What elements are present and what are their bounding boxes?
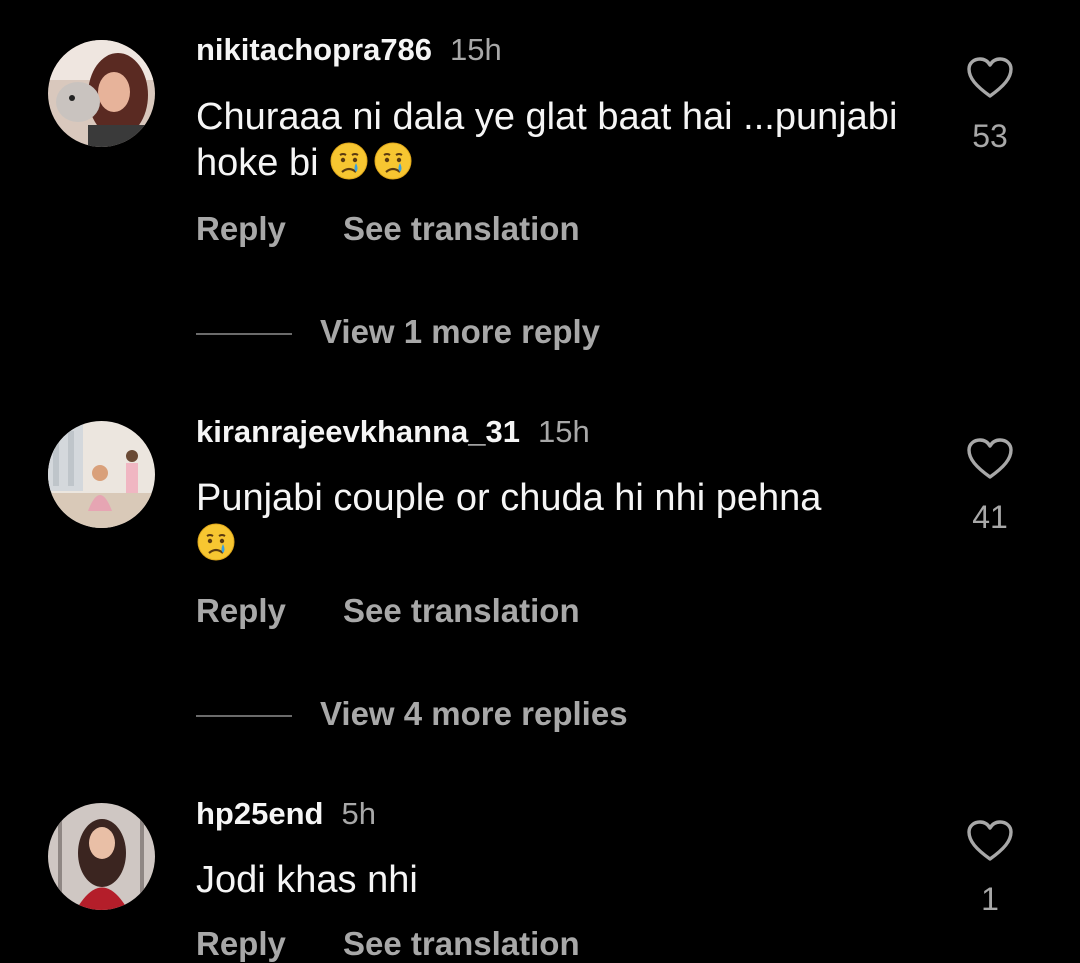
avatar[interactable] (48, 803, 155, 910)
view-replies-button[interactable]: View 4 more replies (196, 695, 628, 733)
like-count: 41 (972, 499, 1008, 535)
reply-button[interactable]: Reply (196, 210, 286, 247)
comment-body: Churaaa ni dala ye glat baat hai ...punj… (196, 96, 898, 184)
like-count: 1 (981, 881, 999, 917)
like-container: 53 (962, 56, 1018, 155)
view-replies-label: View 1 more reply (320, 313, 601, 350)
view-replies-label: View 4 more replies (320, 695, 628, 732)
comment-body: Jodi khas nhi (196, 859, 418, 901)
comment-body: Punjabi couple or chuda hi nhi pehna (196, 477, 822, 519)
replies-divider (196, 715, 292, 718)
reply-button[interactable]: Reply (196, 592, 286, 629)
heart-outline-icon[interactable] (966, 56, 1014, 100)
comment-text: Punjabi couple or chuda hi nhi pehna (196, 475, 936, 567)
comment-header: hp25end 5h (196, 796, 376, 832)
see-translation-button[interactable]: See translation (343, 210, 580, 247)
crying-face-emoji (374, 142, 412, 180)
heart-outline-icon[interactable] (966, 437, 1014, 481)
username[interactable]: nikitachopra786 (196, 32, 432, 67)
crying-face-emoji (330, 142, 368, 180)
view-replies-button[interactable]: View 1 more reply (196, 313, 600, 351)
like-count: 53 (972, 118, 1008, 154)
avatar[interactable] (48, 40, 155, 147)
timestamp: 5h (341, 796, 376, 831)
crying-face-emoji (197, 523, 235, 561)
heart-outline-icon[interactable] (966, 819, 1014, 863)
like-container: 41 (962, 437, 1018, 536)
timestamp: 15h (538, 414, 590, 449)
timestamp: 15h (450, 32, 502, 67)
like-container: 1 (962, 819, 1018, 918)
comment-text: Jodi khas nhi (196, 857, 936, 903)
username[interactable]: hp25end (196, 796, 323, 831)
comment-actions: Reply See translation (196, 592, 580, 630)
username[interactable]: kiranrajeevkhanna_31 (196, 414, 520, 449)
comment-header: kiranrajeevkhanna_31 15h (196, 414, 590, 450)
avatar[interactable] (48, 421, 155, 528)
comment-header: nikitachopra786 15h (196, 32, 502, 68)
comment-text: Churaaa ni dala ye glat baat hai ...punj… (196, 94, 936, 186)
comment-actions: Reply See translation (196, 925, 580, 963)
see-translation-button[interactable]: See translation (343, 592, 580, 629)
see-translation-button[interactable]: See translation (343, 925, 580, 962)
replies-divider (196, 333, 292, 336)
reply-button[interactable]: Reply (196, 925, 286, 962)
comment-actions: Reply See translation (196, 210, 580, 248)
